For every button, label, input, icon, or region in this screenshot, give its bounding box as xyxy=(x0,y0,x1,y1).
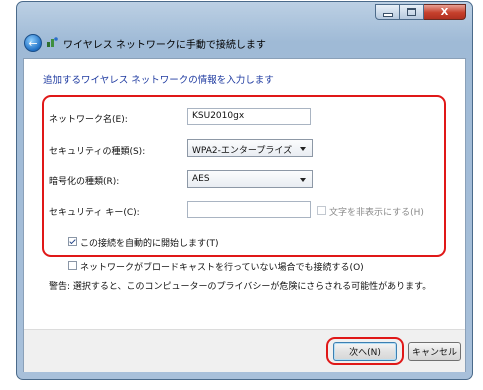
wireless-network-icon xyxy=(47,37,58,47)
auto-connect-checkbox[interactable] xyxy=(68,237,77,246)
back-button[interactable]: ← xyxy=(24,34,42,52)
nonbroadcast-connect-label: ネットワークがブロードキャストを行っていない場合でも接続する(O) xyxy=(80,263,364,273)
maximize-icon xyxy=(407,8,416,16)
window-title: ワイヤレス ネットワークに手動で接続します xyxy=(63,40,266,51)
network-name-input[interactable]: KSU2010gx xyxy=(187,108,311,125)
security-type-select[interactable]: WPA2-エンタープライズ xyxy=(187,139,313,157)
auto-connect-label: この接続を自動的に開始します(T) xyxy=(80,239,219,249)
dialog-window: X ← ワイヤレス ネットワークに手動で接続します 追加するワイヤレス ネットワ… xyxy=(16,1,473,380)
nonbroadcast-connect-checkbox[interactable] xyxy=(68,261,77,270)
security-type-value: WPA2-エンタープライズ xyxy=(192,146,293,156)
cancel-button[interactable]: キャンセル xyxy=(408,342,461,361)
encryption-type-select[interactable]: AES xyxy=(187,170,313,188)
close-icon: X xyxy=(440,6,449,18)
network-name-label: ネットワーク名(E): xyxy=(49,115,128,125)
warning-text: 警告: 選択すると、このコンピューターのプライバシーが危険にさらされる可能性があ… xyxy=(49,282,432,292)
dialog-content: 追加するワイヤレス ネットワークの情報を入力します ネットワーク名(E): KS… xyxy=(23,58,466,372)
hide-characters-label: 文字を非表示にする(H) xyxy=(329,208,424,218)
button-footer: 次へ(N) キャンセル xyxy=(24,329,465,372)
minimize-icon xyxy=(382,13,393,17)
security-key-input[interactable] xyxy=(187,201,311,218)
security-type-label: セキュリティの種類(S): xyxy=(49,147,146,157)
caption-buttons: X xyxy=(375,4,466,20)
back-arrow-icon: ← xyxy=(28,36,38,50)
security-key-label: セキュリティ キー(C): xyxy=(49,208,140,218)
encryption-type-value: AES xyxy=(192,174,210,184)
close-button[interactable]: X xyxy=(424,4,466,20)
chevron-down-icon xyxy=(300,147,306,151)
minimize-button[interactable] xyxy=(375,4,400,20)
next-button[interactable]: 次へ(N) xyxy=(333,342,397,361)
instruction-heading: 追加するワイヤレス ネットワークの情報を入力します xyxy=(43,75,274,86)
hide-characters-checkbox[interactable] xyxy=(317,206,326,215)
encryption-type-label: 暗号化の種類(R): xyxy=(49,177,120,187)
maximize-button[interactable] xyxy=(400,4,424,20)
chevron-down-icon xyxy=(300,178,306,182)
